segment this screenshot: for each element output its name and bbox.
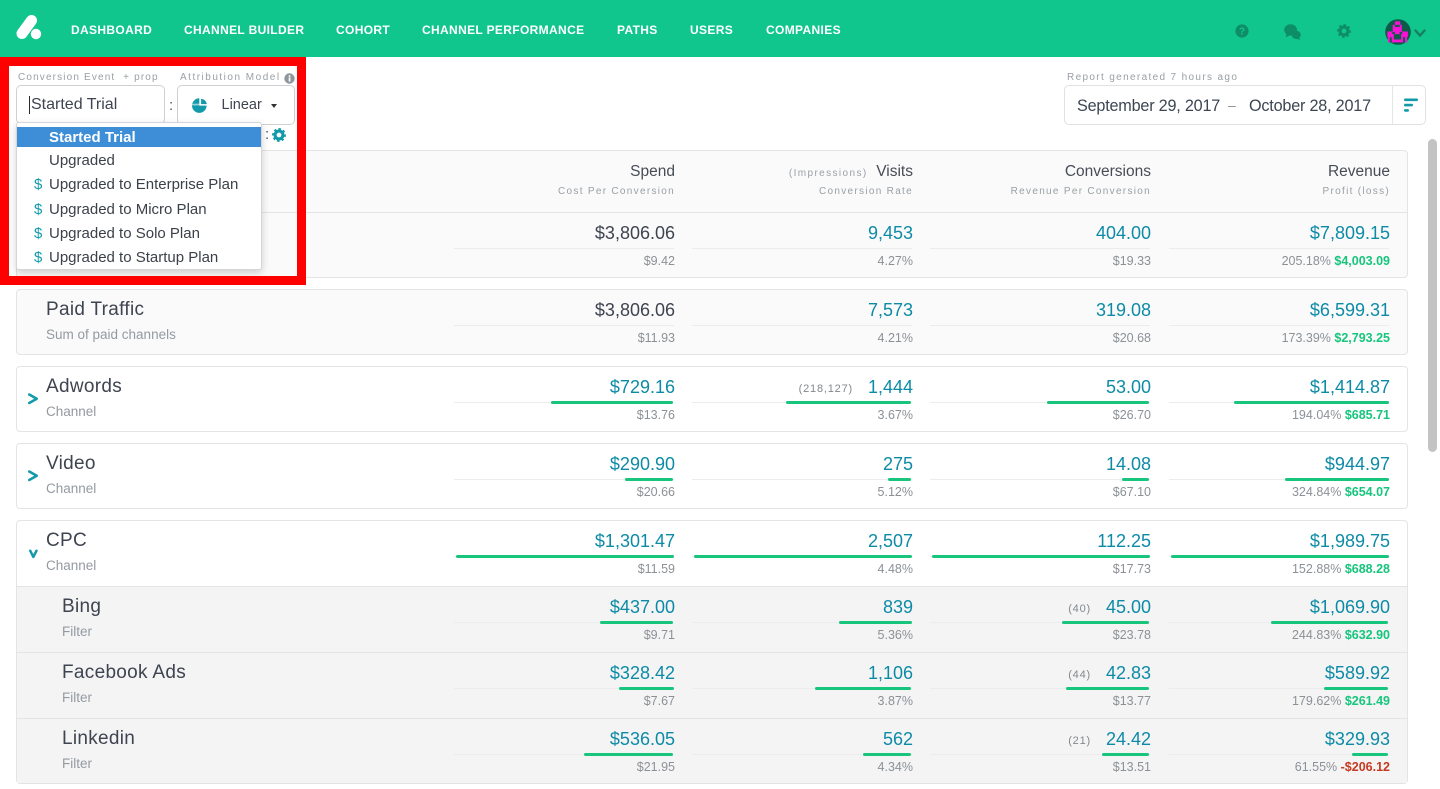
svg-text:?: ? [1239, 27, 1245, 38]
